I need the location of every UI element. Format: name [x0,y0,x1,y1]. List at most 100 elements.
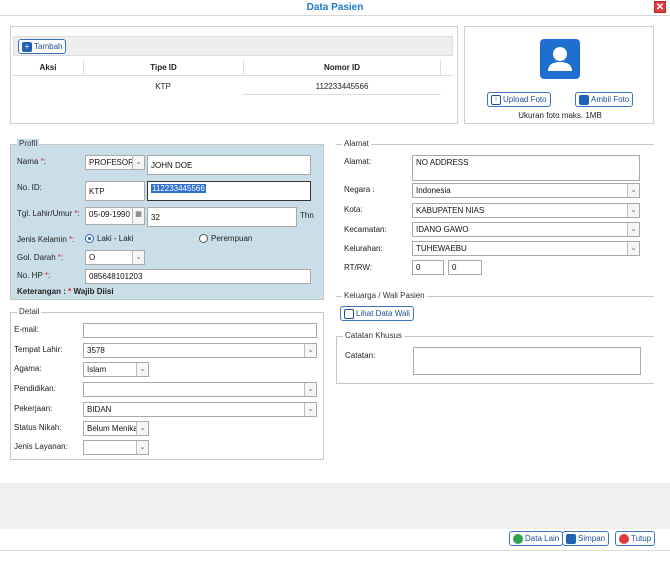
photo-panel: ↑ Upload Foto Ambil Foto Ukuran foto mak… [464,26,654,124]
col-tipe: Tipe ID [83,60,243,75]
chevron-down-icon: ⌄ [136,441,148,454]
catatan-legend: Catatan Khusus [343,331,404,340]
footer-strip [0,483,670,529]
cancel-icon [619,533,629,544]
kota-select[interactable]: KABUPATEN NIAS ⌄ [412,203,640,218]
alamat-legend: Alamat [342,139,371,148]
hp-input[interactable]: 085648101203 [85,269,311,284]
cell-nomor: 112233445566 [243,79,441,95]
radio-perempuan[interactable]: Perempuan [199,234,252,243]
chevron-down-icon: ⌄ [132,156,144,169]
kecamatan-label: Kecamatan: [344,225,387,234]
chevron-down-icon: ⌄ [136,363,148,376]
hp-label: No. HP *: [17,271,51,280]
gol-label: Gol. Darah *: [17,253,64,262]
gelar-select[interactable]: PROFESOR ⌄ [85,155,145,170]
calendar-icon[interactable]: ▦ [132,208,144,224]
keterangan: Keterangan : * Wajib Diisi [17,287,114,296]
email-label: E-mail: [14,325,39,334]
camera-icon [579,94,589,105]
save-icon [566,533,576,544]
kelurahan-select[interactable]: TUHEWAEBU ⌄ [412,241,640,256]
negara-label: Negara : [344,185,375,194]
data-lain-button[interactable]: Data Lain [509,531,564,546]
kecamatan-select[interactable]: IDANO GAWO ⌄ [412,222,640,237]
document-icon [344,308,354,319]
close-button[interactable]: Tutup [615,531,656,546]
email-input[interactable] [83,323,317,338]
layanan-label: Jenis Layanan: [14,442,68,451]
rw-input[interactable]: 0 [448,260,482,275]
radio-laki[interactable]: Laki - Laki [85,234,133,243]
noid-input[interactable]: 112233445566 [147,181,311,201]
noid-type-field[interactable]: KTP [85,181,145,201]
profil-section: Profil Nama *: PROFESOR ⌄ JOHN DOE No. I… [10,139,324,300]
close-label: Tutup [631,534,652,543]
add-id-button[interactable]: + Tambah [18,39,67,54]
window-title: Data Pasien [0,0,670,16]
pekerjaan-select[interactable]: BIDAN ⌄ [83,402,317,417]
take-photo-label: Ambil Foto [591,95,630,104]
kelurahan-label: Kelurahan: [344,244,383,253]
keluarga-section: Keluarga / Wali Pasien Lihat Data Wali [336,291,654,326]
status-select[interactable]: Belum Menikah ⌄ [83,421,149,436]
alamat-input[interactable]: NO ADDRESS [412,155,640,181]
data-lain-label: Data Lain [525,534,560,543]
noid-label: No. ID: [17,183,42,192]
tempat-label: Tempat Lahir: [14,345,63,354]
close-icon[interactable]: ✕ [654,1,666,13]
upload-icon: ↑ [491,94,501,105]
status-label: Status Nikah: [14,423,62,432]
id-table-panel: + Tambah Aksi Tipe ID Nomor ID KTP 11223… [10,26,458,124]
upload-photo-button[interactable]: ↑ Upload Foto [487,92,551,107]
chevron-down-icon: ⌄ [627,184,639,197]
chevron-down-icon: ⌄ [627,242,639,255]
kota-label: Kota: [344,205,363,214]
nama-input[interactable]: JOHN DOE [147,155,311,175]
detail-section: Detail E-mail: Tempat Lahir: 3578 ⌄ Agam… [10,307,324,460]
rtrw-label: RT/RW: [344,263,373,272]
keluarga-legend: Keluarga / Wali Pasien [342,291,427,300]
pendidikan-select[interactable]: ⌄ [83,382,317,397]
nama-label: Nama *: [17,157,46,166]
chevron-down-icon: ⌄ [132,251,144,264]
add-id-label: Tambah [34,42,63,51]
rt-input[interactable]: 0 [412,260,444,275]
id-table-header: Aksi Tipe ID Nomor ID [13,60,453,76]
id-table-toolbar: + Tambah [13,36,453,56]
chevron-down-icon: ⌄ [136,422,148,435]
lihat-wali-button[interactable]: Lihat Data Wali [340,306,414,321]
age-input[interactable]: 32 [147,207,297,227]
take-photo-button[interactable]: Ambil Foto [575,92,634,107]
catatan-input[interactable] [413,347,641,375]
catatan-label: Catatan: [345,351,376,360]
pendidikan-label: Pendidikan: [14,384,56,393]
chevron-down-icon: ⌄ [304,344,316,357]
gol-select[interactable]: O ⌄ [85,250,145,265]
agama-select[interactable]: Islam ⌄ [83,362,149,377]
lihat-wali-label: Lihat Data Wali [356,309,410,318]
tempat-select[interactable]: 3578 ⌄ [83,343,317,358]
avatar [540,39,580,79]
chevron-down-icon: ⌄ [304,403,316,416]
save-label: Simpan [578,534,606,543]
cell-tipe: KTP [155,82,171,91]
table-row[interactable]: KTP 112233445566 [13,79,453,95]
chevron-down-icon: ⌄ [627,204,639,217]
radio-unchecked-icon [199,234,208,243]
birthdate-input[interactable]: 05-09-1990 ▦ [85,207,145,225]
negara-select[interactable]: Indonesia ⌄ [412,183,640,198]
plus-circle-icon [513,533,523,544]
noid-value: 112233445566 [151,184,206,193]
save-button[interactable]: Simpan [562,531,610,546]
col-aksi: Aksi [39,63,57,72]
ttl-label: Tgl. Lahir/Umur *: [17,209,80,218]
chevron-down-icon: ⌄ [627,223,639,236]
layanan-select[interactable]: ⌄ [83,440,149,455]
user-icon [548,47,572,71]
cell-aksi [13,79,83,95]
chevron-down-icon: ⌄ [304,383,316,396]
age-unit: Thn [300,211,314,220]
pekerjaan-label: Pekerjaan: [14,404,53,413]
agama-label: Agama: [14,364,42,373]
